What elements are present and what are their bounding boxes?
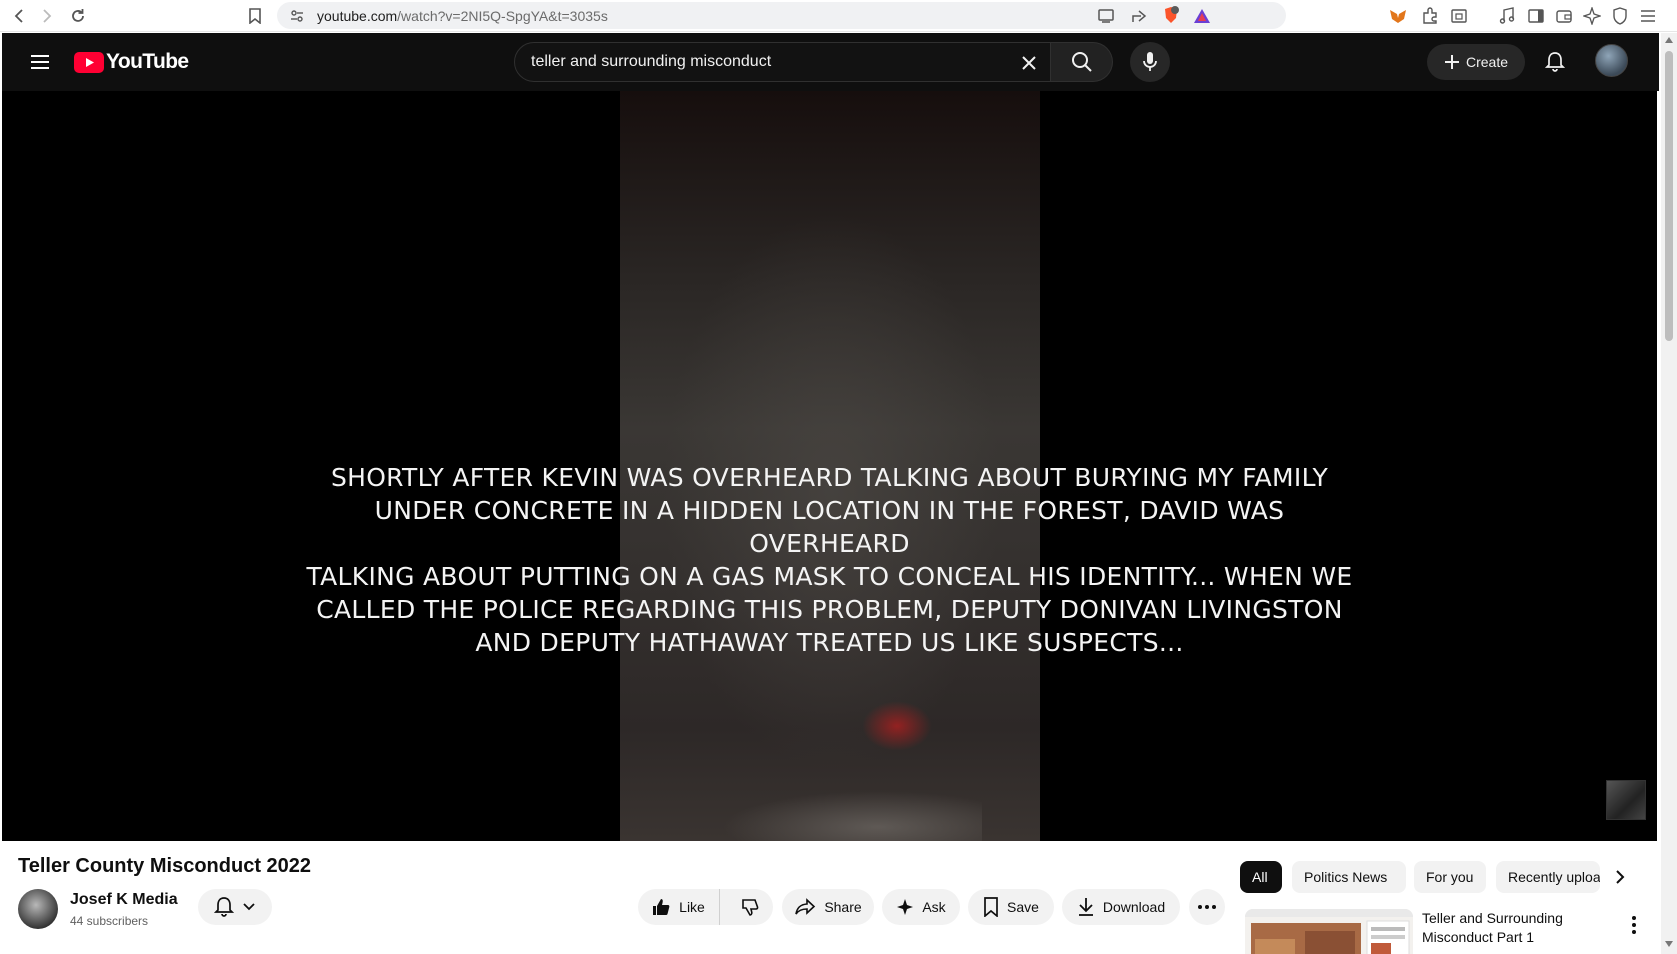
reload-icon[interactable] — [66, 4, 90, 28]
masthead: YouTube Create — [2, 33, 1659, 91]
chip-politics-news[interactable]: Politics News — [1292, 861, 1406, 893]
ask-label: Ask — [922, 899, 946, 915]
scroll-thumb[interactable] — [1665, 51, 1673, 341]
video-title: Teller County Misconduct 2022 — [18, 855, 312, 877]
site-info-icon[interactable] — [287, 6, 307, 26]
ask-button[interactable]: Ask — [882, 889, 960, 925]
thumbs-down-icon — [742, 899, 759, 916]
more-vertical-icon — [1632, 916, 1636, 934]
address-bar[interactable]: youtube.com/watch?v=2NI5Q-SpgYA&t=3035s — [277, 2, 1286, 29]
url-path: /watch?v=2NI5Q-SpgYA&t=3035s — [397, 8, 608, 24]
brave-shields-icon[interactable] — [1161, 5, 1181, 25]
account-avatar[interactable] — [1595, 44, 1628, 77]
channel-watermark[interactable] — [1606, 780, 1646, 820]
chevron-down-icon — [243, 903, 255, 911]
vpn-icon[interactable] — [1610, 6, 1630, 26]
share-arrow-icon — [795, 898, 816, 915]
recommendation-thumbnail[interactable] — [1245, 909, 1413, 954]
more-horizontal-icon — [1198, 905, 1216, 909]
search-box[interactable] — [514, 42, 1051, 82]
url-host: youtube.com — [317, 8, 398, 24]
search-icon — [1071, 52, 1092, 72]
reader-icon[interactable] — [1449, 6, 1469, 26]
youtube-play-icon — [74, 51, 104, 73]
video-caption: SHORTLY AFTER KEVIN WAS OVERHEARD TALKIN… — [306, 463, 1353, 657]
microphone-icon — [1143, 52, 1157, 71]
menu-icon[interactable] — [1638, 6, 1658, 26]
youtube-logo[interactable]: YouTube — [74, 50, 189, 74]
like-button[interactable]: Like — [639, 889, 720, 925]
search-button[interactable] — [1051, 42, 1113, 82]
sidebar-icon[interactable] — [1526, 6, 1546, 26]
clear-search-button[interactable] — [1015, 49, 1043, 77]
scroll-up-arrow[interactable] — [1665, 37, 1673, 43]
bookmark-icon — [984, 897, 998, 917]
leo-ai-icon[interactable] — [1582, 6, 1602, 26]
subscriber-count: 44 subscribers — [70, 914, 149, 928]
like-label: Like — [679, 899, 705, 915]
more-actions-button[interactable] — [1189, 889, 1225, 925]
subscription-notifications-button[interactable] — [198, 889, 272, 925]
browser-toolbar: youtube.com/watch?v=2NI5Q-SpgYA&t=3035s — [0, 0, 1677, 32]
chevron-right-icon — [1616, 870, 1625, 884]
share-label: Share — [824, 899, 862, 915]
extensions-icon[interactable] — [1420, 6, 1440, 26]
thumbs-up-icon — [653, 899, 670, 915]
guide-menu-button[interactable] — [24, 46, 56, 78]
close-icon — [1022, 56, 1036, 70]
logo-wordmark: YouTube — [106, 50, 189, 73]
save-label: Save — [1007, 899, 1039, 915]
plus-icon — [1444, 55, 1459, 69]
chip-all[interactable]: All — [1240, 861, 1282, 893]
video-player[interactable]: SHORTLY AFTER KEVIN WAS OVERHEARD TALKIN… — [2, 91, 1657, 841]
brave-rewards-icon[interactable] — [1192, 6, 1212, 26]
sparkle-icon — [897, 899, 914, 915]
download-label: Download — [1102, 899, 1166, 915]
download-button[interactable]: Download — [1062, 889, 1180, 925]
search-input[interactable] — [531, 53, 991, 71]
back-icon[interactable] — [8, 4, 32, 28]
channel-name[interactable]: Josef K Media — [70, 891, 178, 909]
create-label: Create — [1465, 54, 1509, 70]
voice-search-button[interactable] — [1130, 42, 1170, 82]
chip-recently-uploaded[interactable]: Recently uploaded — [1496, 861, 1600, 893]
save-button[interactable]: Save — [968, 889, 1054, 925]
youtube-page: YouTube Create SHORTLY AFTER KEVIN WAS O… — [2, 33, 1659, 954]
download-icon — [1078, 898, 1093, 916]
chips-next-button[interactable] — [1604, 861, 1636, 893]
create-button[interactable]: Create — [1427, 44, 1525, 80]
video-frame-red-light — [862, 701, 932, 751]
channel-avatar[interactable] — [18, 889, 58, 929]
bell-icon — [1545, 52, 1565, 72]
page-scrollbar[interactable] — [1661, 33, 1677, 954]
notifications-button[interactable] — [1539, 46, 1571, 78]
hamburger-icon — [31, 55, 49, 69]
share-button[interactable]: Share — [782, 889, 874, 925]
like-dislike-group: Like — [638, 889, 773, 925]
dislike-button[interactable] — [728, 889, 772, 925]
forward-icon[interactable] — [34, 4, 58, 28]
recommendation-menu-button[interactable] — [1624, 913, 1644, 937]
bell-icon — [214, 897, 234, 917]
thumbnail-image — [1245, 909, 1413, 954]
chip-for-you[interactable]: For you — [1414, 861, 1486, 893]
bookmark-icon[interactable] — [243, 4, 267, 28]
recommendation-title[interactable]: Teller and Surrounding Misconduct Part 1 — [1422, 909, 1602, 947]
cast-icon[interactable] — [1096, 6, 1116, 26]
share-icon[interactable] — [1129, 6, 1149, 26]
url-text: youtube.com/watch?v=2NI5Q-SpgYA&t=3035s — [317, 8, 608, 24]
scroll-down-arrow[interactable] — [1665, 941, 1673, 947]
metamask-icon[interactable] — [1388, 6, 1408, 26]
video-frame-bottom — [722, 791, 982, 841]
media-icon[interactable] — [1497, 6, 1517, 26]
wallet-icon[interactable] — [1554, 6, 1574, 26]
